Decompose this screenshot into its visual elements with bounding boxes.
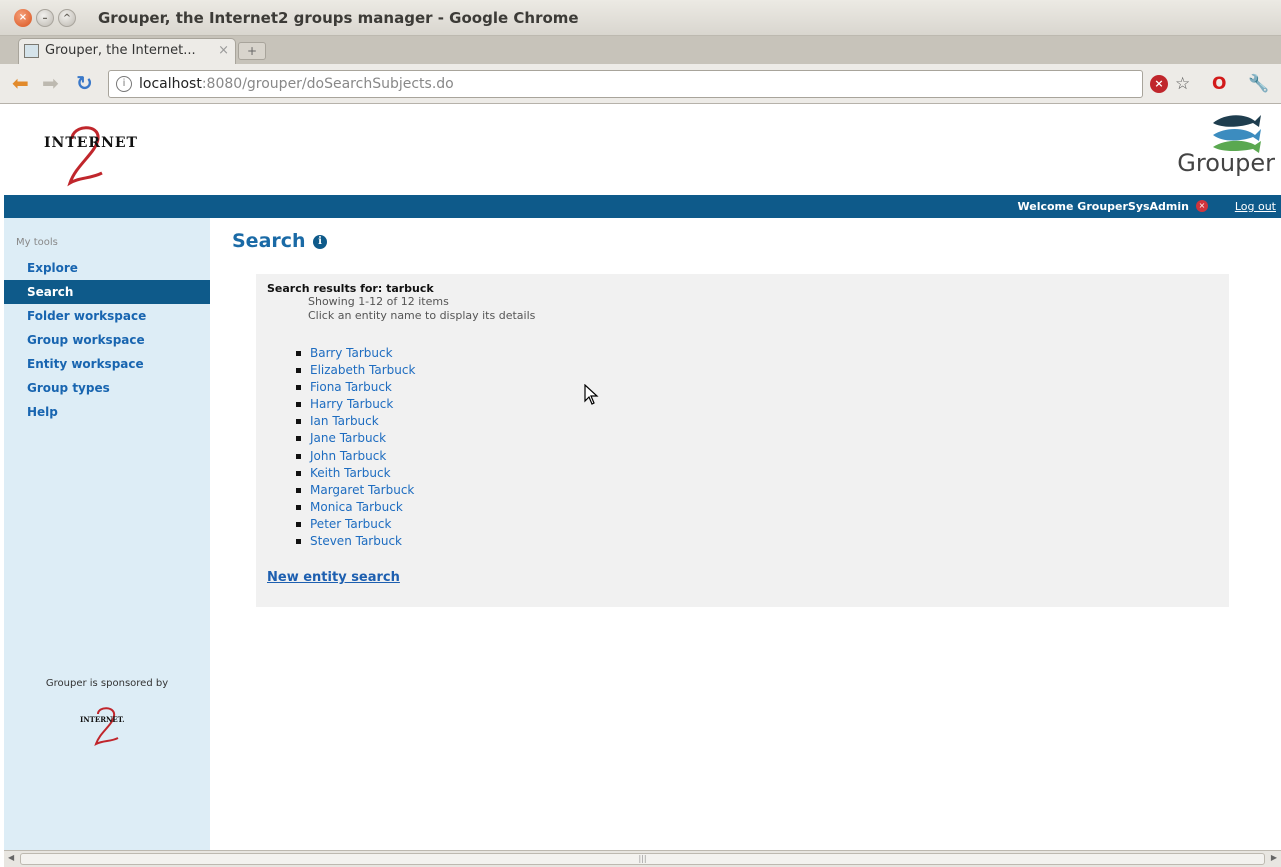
maximize-window-button[interactable]: ^ (58, 9, 76, 27)
bullet-icon (296, 521, 301, 527)
result-link[interactable]: Harry Tarbuck (310, 397, 393, 411)
list-item[interactable]: Elizabeth Tarbuck (296, 362, 415, 379)
wrench-menu-icon[interactable]: 🔧 (1248, 74, 1269, 94)
bullet-icon (296, 453, 301, 459)
internet2-logo-text: INTERNET (44, 135, 138, 151)
result-link[interactable]: Monica Tarbuck (310, 500, 403, 514)
mouse-cursor-icon (584, 384, 599, 405)
result-link[interactable]: Barry Tarbuck (310, 346, 393, 360)
page-info-icon[interactable]: i (116, 76, 132, 92)
list-item[interactable]: Ian Tarbuck (296, 413, 415, 430)
horizontal-scrollbar[interactable]: ◀ ||| ▶ (4, 850, 1281, 867)
list-item[interactable]: Margaret Tarbuck (296, 482, 415, 499)
results-count: Showing 1-12 of 12 items (308, 295, 449, 308)
bullet-icon (296, 504, 301, 510)
sidebar-item-help[interactable]: Help (4, 400, 210, 424)
close-window-button[interactable]: × (14, 9, 32, 27)
sidebar-nav: Explore Search Folder workspace Group wo… (4, 256, 210, 424)
bullet-icon (296, 419, 301, 425)
new-tab-button[interactable]: + (238, 42, 266, 60)
blocked-content-icon[interactable]: × (1150, 75, 1168, 93)
sponsor-internet2-logo: INTERNET. (80, 707, 125, 746)
result-link[interactable]: Keith Tarbuck (310, 466, 391, 480)
list-item[interactable]: Peter Tarbuck (296, 516, 415, 533)
result-link[interactable]: Peter Tarbuck (310, 517, 391, 531)
sidebar: My tools Explore Search Folder workspace… (4, 218, 210, 850)
favicon-icon (24, 44, 39, 58)
list-item[interactable]: Monica Tarbuck (296, 499, 415, 516)
list-item[interactable]: Barry Tarbuck (296, 345, 415, 362)
bullet-icon (296, 402, 301, 408)
page-title: Search (232, 230, 306, 252)
svg-text:INTERNET.: INTERNET. (80, 715, 125, 724)
sidebar-item-explore[interactable]: Explore (4, 256, 210, 280)
welcome-bar: Welcome GrouperSysAdmin × Log out (4, 195, 1281, 218)
list-item[interactable]: Fiona Tarbuck (296, 379, 415, 396)
page-header: INTERNET Grouper (4, 105, 1281, 195)
info-icon[interactable]: i (313, 235, 327, 249)
sidebar-item-entity-workspace[interactable]: Entity workspace (4, 352, 210, 376)
list-item[interactable]: John Tarbuck (296, 448, 415, 465)
list-item[interactable]: Keith Tarbuck (296, 465, 415, 482)
extension-o-icon[interactable]: O (1212, 74, 1226, 94)
sidebar-item-group-types[interactable]: Group types (4, 376, 210, 400)
bullet-icon (296, 368, 301, 374)
bullet-icon (296, 470, 301, 476)
sponsor-text: Grouper is sponsored by (45, 678, 169, 689)
list-item[interactable]: Jane Tarbuck (296, 430, 415, 447)
sidebar-item-group-workspace[interactable]: Group workspace (4, 328, 210, 352)
result-link[interactable]: Elizabeth Tarbuck (310, 363, 415, 377)
logout-link[interactable]: Log out (1235, 200, 1276, 213)
reload-icon[interactable]: ↻ (76, 72, 93, 94)
minimize-window-button[interactable]: – (36, 9, 54, 27)
welcome-text: Welcome GrouperSysAdmin (1017, 200, 1190, 213)
browser-tab[interactable]: Grouper, the Internet... × (18, 38, 236, 64)
sidebar-item-folder-workspace[interactable]: Folder workspace (4, 304, 210, 328)
result-link[interactable]: Steven Tarbuck (310, 534, 402, 548)
address-bar[interactable]: i localhost:8080/grouper/doSearchSubject… (108, 70, 1143, 98)
bullet-icon (296, 351, 301, 356)
result-link[interactable]: Ian Tarbuck (310, 414, 379, 428)
results-hint: Click an entity name to display its deta… (308, 309, 536, 322)
internet2-two-graphic (67, 126, 103, 187)
internet2-logo: INTERNET (44, 125, 154, 191)
result-link[interactable]: Fiona Tarbuck (310, 380, 392, 394)
list-item[interactable]: Harry Tarbuck (296, 396, 415, 413)
results-heading: Search results for: tarbuck (267, 282, 434, 295)
bookmark-star-icon[interactable]: ☆ (1175, 74, 1190, 94)
logout-icon[interactable]: × (1196, 200, 1208, 212)
sidebar-item-search[interactable]: Search (4, 280, 210, 304)
bullet-icon (296, 385, 301, 391)
scrollbar-thumb[interactable]: ||| (20, 853, 1265, 865)
bullet-icon (296, 539, 301, 545)
result-link[interactable]: John Tarbuck (310, 449, 386, 463)
scroll-left-arrow-icon[interactable]: ◀ (8, 853, 14, 862)
bullet-icon (296, 487, 301, 493)
grouper-logo: Grouper (1165, 111, 1275, 187)
new-entity-search-link[interactable]: New entity search (267, 570, 400, 585)
list-item[interactable]: Steven Tarbuck (296, 533, 415, 550)
sidebar-heading: My tools (16, 237, 58, 248)
grouper-logo-text: Grouper (1177, 149, 1275, 177)
search-results-panel: Search results for: tarbuck Showing 1-12… (256, 274, 1229, 607)
tab-title: Grouper, the Internet... (45, 43, 196, 58)
result-link[interactable]: Margaret Tarbuck (310, 483, 414, 497)
tab-close-icon[interactable]: × (218, 43, 229, 58)
browser-toolbar: ⬅ ➡ ↻ i localhost:8080/grouper/doSearchS… (0, 64, 1281, 104)
result-link[interactable]: Jane Tarbuck (310, 431, 386, 445)
window-title: Grouper, the Internet2 groups manager - … (98, 9, 579, 27)
url-text[interactable]: localhost:8080/grouper/doSearchSubjects.… (139, 76, 454, 92)
window-controls: × – ^ (14, 9, 76, 27)
grouper-fish-icon (1213, 115, 1261, 153)
scroll-right-arrow-icon[interactable]: ▶ (1271, 853, 1277, 862)
window-titlebar: × – ^ Grouper, the Internet2 groups mana… (0, 0, 1281, 36)
back-arrow-icon[interactable]: ⬅ (12, 72, 29, 94)
forward-arrow-icon[interactable]: ➡ (42, 72, 59, 94)
tab-strip: Grouper, the Internet... × + (0, 36, 1281, 64)
results-list: Barry Tarbuck Elizabeth Tarbuck Fiona Ta… (296, 345, 415, 550)
bullet-icon (296, 436, 301, 442)
